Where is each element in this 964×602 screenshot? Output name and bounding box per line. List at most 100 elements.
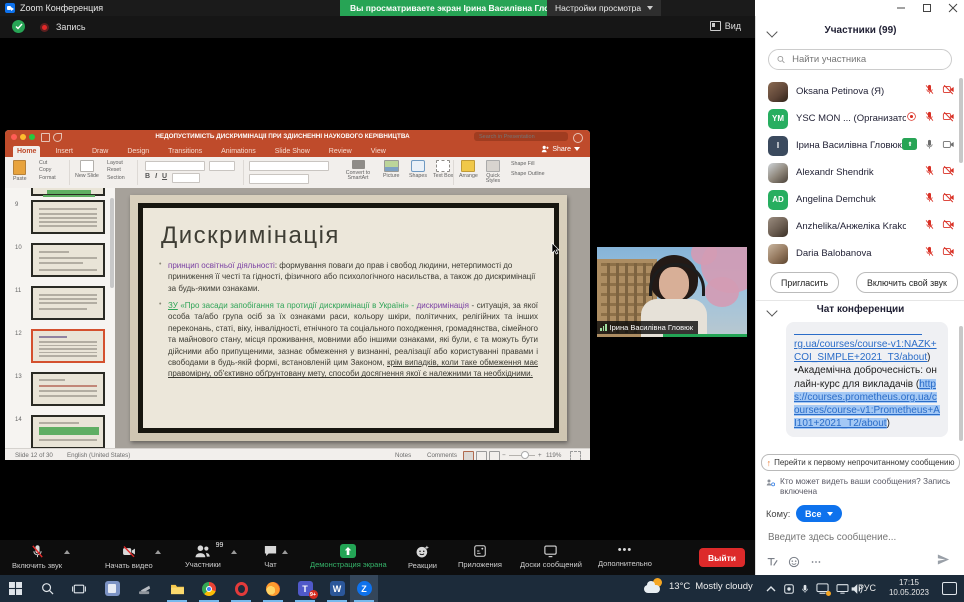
chat-button[interactable]: Чат [263,544,278,569]
paste-button[interactable]: Paste [13,160,27,182]
convert-smartart-button[interactable]: Convert to SmartArt [341,160,375,182]
chevron-up-icon[interactable] [282,550,288,554]
undo-icon[interactable] [53,133,62,142]
participant-row[interactable]: I Ірина Василівна Гловюк [756,132,964,159]
shapes-button[interactable]: Shapes [409,160,427,179]
recipient-dropdown[interactable]: Все [796,505,842,522]
truncated-link-line[interactable] [794,329,922,335]
slideshow-view-button[interactable] [489,451,500,460]
tab-review[interactable]: Review [325,146,356,157]
slide-thumb-14[interactable] [31,415,105,448]
firefox-icon[interactable] [264,580,282,598]
tray-expand-chevron[interactable] [762,580,780,598]
start-video-button[interactable]: Начать видео [105,544,153,570]
zoom-taskbar-icon[interactable]: Z [355,580,373,598]
chevron-up-icon[interactable] [231,550,237,554]
zoom-slider-thumb[interactable] [521,451,529,459]
slide-thumb-13[interactable] [31,372,105,406]
chat-message-input[interactable] [766,531,956,544]
thumbnail-scrollbar[interactable] [110,198,114,288]
paragraph-group-row1[interactable] [249,161,329,171]
view-settings-dropdown[interactable]: Настройки просмотра [547,0,661,16]
opera-icon[interactable] [232,580,250,598]
quick-styles-button[interactable]: Quick Styles [481,160,505,185]
minimize-button[interactable] [896,3,906,13]
tab-view[interactable]: View [367,146,390,157]
speaker-video-tile[interactable]: Ірина Василівна Гловюк [597,247,747,337]
chevron-up-icon[interactable] [64,550,70,554]
participant-search[interactable] [768,49,952,70]
tab-animations[interactable]: Animations [217,146,260,157]
font-effects-group[interactable] [172,173,200,183]
taskbar-weather[interactable]: 13°C Mostly cloudy [644,578,753,594]
start-button[interactable] [6,580,24,598]
shape-outline-button[interactable]: Shape Outline [511,172,545,178]
participants-button[interactable]: 99 Участники [185,544,221,569]
mac-minimize-button[interactable] [20,134,26,140]
smiley-feedback-icon[interactable] [573,133,583,143]
language-indicator[interactable]: РУС [858,583,876,593]
unmute-self-button[interactable]: Включить свой звук [856,272,958,293]
reactions-button[interactable]: Реакции [408,544,437,570]
participant-row[interactable]: Alexandr Shendrik [756,159,964,186]
slide-thumb-8[interactable] [31,188,105,196]
slide-sorter-view-button[interactable] [476,451,487,460]
tray-notification-icon[interactable] [813,580,831,598]
participant-row[interactable]: Anzhelika/Анжеліка Krakovska/... [756,213,964,240]
cut-button[interactable]: Cut [39,161,47,167]
participant-search-input[interactable] [790,53,943,66]
ppt-search-box[interactable] [474,132,568,141]
task-view-icon[interactable] [70,580,88,598]
tab-design[interactable]: Design [123,146,153,157]
tab-draw[interactable]: Draw [88,146,112,157]
fax-app-icon[interactable] [136,580,154,598]
apps-button[interactable]: Приложения [458,544,502,569]
leave-meeting-button[interactable]: Выйти [699,548,745,567]
taskbar-search-icon[interactable] [38,580,56,598]
action-center-icon[interactable] [942,582,957,595]
chat-scrollbar[interactable] [959,326,963,441]
word-icon[interactable]: W [328,580,346,598]
tray-mic-icon[interactable] [796,580,814,598]
teams-icon[interactable]: T9+ [296,580,314,598]
invite-button[interactable]: Пригласить [770,272,839,293]
format-button[interactable]: Format [39,176,56,182]
slide-thumb-12-selected[interactable] [31,329,105,363]
fit-slide-button[interactable] [570,451,581,460]
underline-button[interactable]: U [162,173,167,183]
whiteboards-button[interactable]: Доски сообщений [520,544,582,569]
zoom-out-button[interactable]: − [502,452,506,459]
ppt-search-input[interactable] [477,133,565,141]
copy-button[interactable]: Copy [39,168,51,174]
shape-fill-button[interactable]: Shape Fill [511,162,545,168]
participant-row[interactable]: Daria Balobanova [756,240,964,267]
save-icon[interactable] [41,133,50,142]
maximize-button[interactable] [922,3,932,13]
scanner-app-icon[interactable] [103,580,121,598]
jump-to-unread-button[interactable]: ↑ Перейти к первому непрочитанному сообщ… [761,454,960,471]
chat-link[interactable]: rg.ua/courses/course-v1:NAZK+COI_SIMPLE+… [794,339,937,363]
font-name-select[interactable] [145,161,205,171]
more-button[interactable]: ••• Дополнительно [598,544,652,568]
notes-toggle[interactable]: Notes [395,452,411,459]
textbox-button[interactable]: Text Box [433,160,453,179]
tab-slideshow[interactable]: Slide Show [271,146,314,157]
emoji-icon[interactable] [788,556,800,568]
italic-button[interactable]: I [155,173,157,183]
participants-scrollbar[interactable] [959,78,963,163]
tab-transitions[interactable]: Transitions [164,146,206,157]
comments-toggle[interactable]: Comments [427,452,457,459]
slide-thumb-10[interactable] [31,243,105,277]
chrome-icon[interactable] [200,580,218,598]
language-status[interactable]: English (United States) [67,452,130,459]
participant-row[interactable]: YM YSC MON ... (Организатор) [756,105,964,132]
tab-home[interactable]: Home [13,146,40,157]
security-shield-icon[interactable] [12,20,25,33]
normal-view-button[interactable] [463,451,474,460]
view-button[interactable]: Вид [710,21,741,31]
bold-button[interactable]: B [145,173,150,183]
slide-thumb-11[interactable] [31,286,105,320]
layout-button[interactable]: Layout [107,161,123,167]
more-options-icon[interactable] [810,556,822,568]
taskbar-clock[interactable]: 17:15 10.05.2023 [886,578,932,599]
